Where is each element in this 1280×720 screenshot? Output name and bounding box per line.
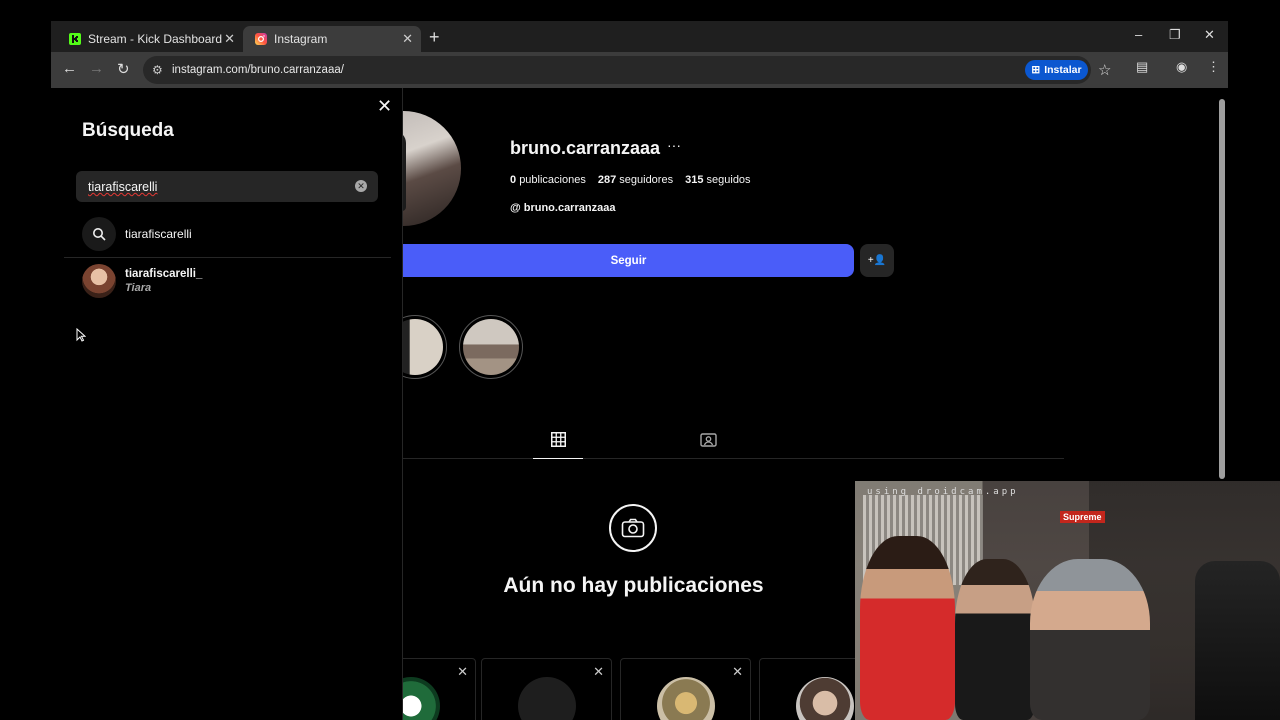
tab-close-icon[interactable]: ✕	[224, 31, 235, 47]
back-icon[interactable]: ←	[62, 60, 77, 77]
tab-close-icon[interactable]: ✕	[402, 31, 413, 47]
threads-link[interactable]: @ bruno.carranzaaa	[510, 202, 615, 214]
minimize-icon[interactable]: –	[1135, 27, 1142, 42]
posts-stat: 0 publicaciones	[510, 174, 586, 186]
search-query[interactable]: tiarafiscarelli	[88, 180, 157, 194]
forward-icon[interactable]: →	[89, 60, 104, 77]
suggestion-text: tiarafiscarelli	[125, 227, 192, 241]
search-suggestion[interactable]: tiarafiscarelli	[82, 217, 382, 251]
reload-icon[interactable]: ↻	[117, 60, 130, 78]
result-full-name: Tiara	[125, 282, 152, 294]
person	[860, 536, 955, 720]
camera-icon	[609, 504, 657, 552]
tab-strip: Stream - Kick Dashboard ✕ Instagram ✕ + …	[51, 21, 1228, 52]
instagram-icon	[255, 33, 267, 45]
search-icon	[82, 217, 116, 251]
avatar	[518, 677, 576, 720]
tagged-user-icon	[699, 433, 717, 447]
more-options-icon[interactable]: ···	[667, 137, 681, 153]
followers-stat[interactable]: 287 seguidores	[598, 174, 673, 186]
tab-kick-dashboard[interactable]: Stream - Kick Dashboard ✕	[57, 26, 243, 52]
address-bar[interactable]: ⚙ instagram.com/bruno.carranzaaa/ ⊞ Inst…	[143, 56, 1111, 84]
install-button[interactable]: ⊞ Instalar	[1025, 60, 1088, 80]
tab-label: Stream - Kick Dashboard	[88, 32, 223, 46]
suggested-account-card[interactable]: ✕	[481, 658, 612, 720]
webcam-overlay: using droidcam.app Supreme	[855, 481, 1280, 720]
url-text[interactable]: instagram.com/bruno.carranzaaa/	[172, 64, 344, 76]
tab-instagram[interactable]: Instagram ✕	[243, 26, 421, 52]
dismiss-icon[interactable]: ✕	[457, 664, 468, 680]
no-posts-message: Aún no hay publicaciones	[503, 574, 764, 597]
wall-sign: Supreme	[1060, 511, 1105, 523]
profile-picture[interactable]	[403, 111, 461, 226]
page-scrollbar[interactable]	[1217, 89, 1227, 499]
bookmark-star-icon[interactable]: ☆	[1098, 61, 1111, 79]
menu-icon[interactable]: ⋮	[1207, 59, 1220, 75]
avatar	[82, 264, 116, 298]
new-tab-button[interactable]: +	[429, 27, 440, 48]
person	[1030, 559, 1150, 720]
search-title: Búsqueda	[82, 120, 174, 141]
clear-search-icon[interactable]: ✕	[355, 180, 367, 192]
tabs-divider	[403, 458, 1064, 459]
restore-icon[interactable]: ❐	[1169, 27, 1181, 43]
avatar	[796, 677, 854, 720]
mouse-cursor-icon	[76, 328, 86, 342]
install-label: Instalar	[1044, 64, 1082, 76]
divider	[64, 257, 391, 258]
threads-handle: bruno.carranzaaa	[523, 202, 616, 214]
tab-label: Instagram	[274, 32, 328, 46]
profile-username: bruno.carranzaaa	[510, 138, 661, 158]
story-highlight[interactable]	[459, 315, 523, 379]
suggested-account-card[interactable]: ✕	[620, 658, 751, 720]
search-input[interactable]: tiarafiscarelli ✕	[76, 171, 378, 202]
following-stat[interactable]: 315 seguidos	[685, 174, 750, 186]
follow-button[interactable]: Seguir	[403, 244, 854, 277]
result-username: tiarafiscarelli_	[125, 268, 203, 280]
threads-icon: @	[510, 202, 521, 214]
suggested-users-button[interactable]: +👤	[860, 244, 894, 277]
webcam-watermark: using droidcam.app	[867, 487, 1019, 497]
grid-icon	[550, 432, 566, 447]
avatar	[657, 677, 715, 720]
kick-icon	[69, 33, 81, 45]
person	[955, 559, 1035, 720]
profile-icon[interactable]: ◉	[1176, 59, 1187, 75]
tab-search-icon[interactable]: ▤	[1136, 59, 1148, 75]
site-settings-icon[interactable]: ⚙	[152, 63, 163, 77]
search-result-item[interactable]: tiarafiscarelli_ Tiara	[82, 264, 202, 298]
suggested-account-card[interactable]: ✕	[403, 658, 476, 720]
install-icon: ⊞	[1031, 64, 1041, 76]
profile-stats: 0 publicaciones 287 seguidores 315 segui…	[510, 174, 751, 186]
search-panel: ✕ Búsqueda tiarafiscarelli ✕ tiarafiscar…	[51, 88, 403, 720]
tab-tagged[interactable]	[693, 432, 723, 451]
dismiss-icon[interactable]: ✕	[593, 664, 604, 680]
close-icon[interactable]: ✕	[377, 96, 392, 117]
close-window-icon[interactable]: ✕	[1204, 27, 1215, 43]
browser-toolbar: ← → ↻ ⚙ instagram.com/bruno.carranzaaa/ …	[51, 52, 1228, 88]
avatar	[403, 677, 440, 720]
gaming-chair	[1195, 561, 1280, 720]
story-highlight[interactable]	[403, 315, 447, 379]
dismiss-icon[interactable]: ✕	[732, 664, 743, 680]
tab-posts[interactable]	[533, 432, 583, 459]
